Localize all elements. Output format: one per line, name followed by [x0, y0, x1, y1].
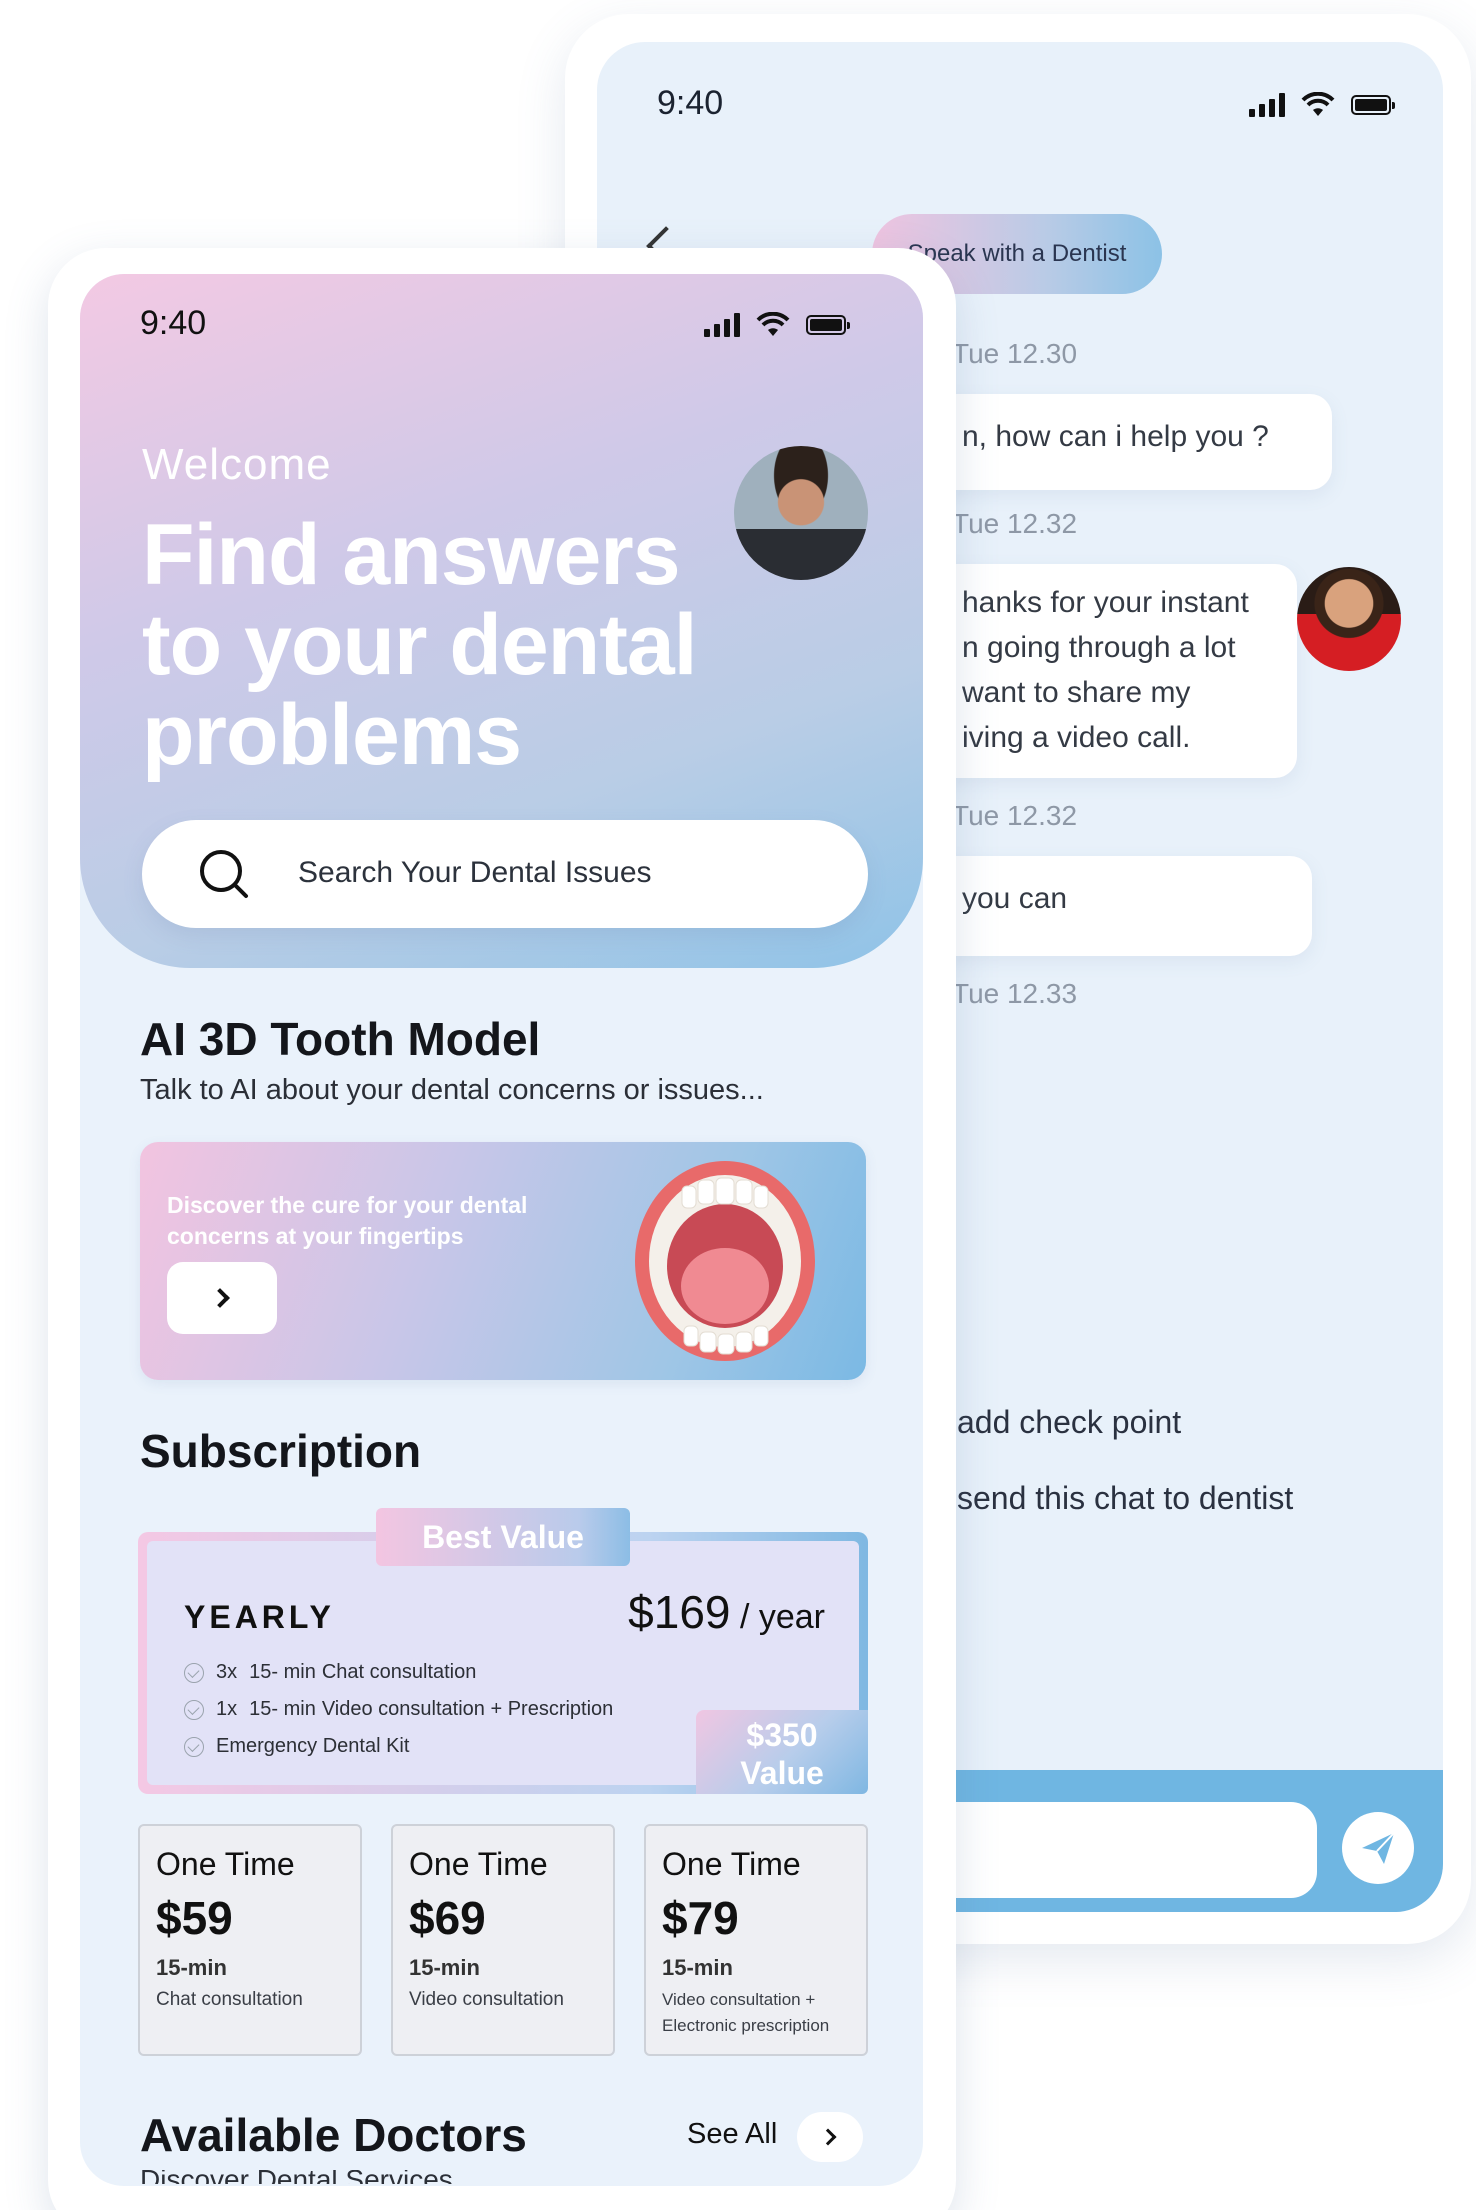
one-time-card-video-prescription[interactable]: One Time $79 15-min Video consultation +… [644, 1824, 868, 2056]
profile-avatar[interactable] [734, 446, 868, 580]
search-input[interactable]: Search Your Dental Issues [298, 856, 652, 890]
check-circle-icon [184, 1699, 204, 1720]
ai-card-line: concerns at your fingertips [167, 1223, 464, 1249]
one-time-desc: Video consultation [409, 1989, 564, 2010]
price-amount: $169 [628, 1586, 731, 1638]
doctors-title: Available Doctors [140, 2109, 527, 2161]
ai-section-title: AI 3D Tooth Model [140, 1013, 541, 1065]
value-badge: $350 Value [696, 1710, 868, 1794]
doctors-subtitle: Discover Dental Services [140, 2170, 840, 2184]
title-line: problems [142, 687, 522, 783]
menu-item-send-chat[interactable]: send this chat to dentist [957, 1480, 1293, 1517]
title-line: Find answers [142, 507, 681, 603]
menu-item-label: send this chat to dentist [957, 1480, 1294, 1516]
feature-text: Emergency Dental Kit [216, 1735, 410, 1757]
status-time: 9:40 [657, 84, 724, 122]
message-line: iving a video call. [962, 721, 1191, 754]
signal-icon [704, 313, 740, 337]
wifi-icon [1301, 91, 1335, 118]
message-time: Tue 12.32 [952, 508, 1078, 539]
message-time: Tue 12.33 [952, 978, 1078, 1009]
one-time-desc: Video consultation + [662, 1990, 816, 2009]
one-time-price: $69 [409, 1892, 486, 1944]
title-line: to your dental [142, 597, 698, 693]
search-field[interactable]: Search Your Dental Issues [142, 820, 868, 928]
price-period: / year [730, 1598, 825, 1636]
plan-feature: Emergency Dental Kit [184, 1735, 409, 1758]
yearly-plan-card[interactable]: YEARLY $169 / year 3x 15- min Chat consu… [138, 1532, 868, 1794]
plan-price: $169 / year [628, 1585, 825, 1639]
status-time: 9:40 [140, 304, 207, 342]
one-time-desc: Electronic prescription [662, 2016, 830, 2035]
status-icons [1249, 91, 1395, 118]
app-mockup: 9:40 Speak with a Dentist Tue 12.30 n, h… [0, 0, 1476, 2210]
ai-card-go-button[interactable] [167, 1262, 277, 1334]
welcome-label: Welcome [142, 440, 332, 489]
doctors-subtitle-clip: Discover Dental Services [140, 2170, 840, 2184]
page-title: Find answers to your dental problems [142, 510, 782, 780]
message-time: Tue 12.30 [952, 338, 1078, 369]
plan-name: YEARLY [184, 1599, 335, 1635]
message-text: n, how can i help you ? [962, 420, 1269, 453]
message-time: Tue 12.32 [952, 800, 1078, 831]
send-icon [1362, 1832, 1395, 1864]
one-time-label: One Time [662, 1846, 801, 1882]
message-text: you can [962, 882, 1068, 915]
battery-icon [1351, 95, 1395, 115]
value-badge-amount: $350 [746, 1717, 818, 1753]
yearly-plan-inner: YEARLY $169 / year 3x 15- min Chat consu… [147, 1541, 868, 1794]
one-time-duration: 15-min [662, 1955, 733, 1980]
one-time-duration: 15-min [156, 1955, 227, 1980]
check-circle-icon [184, 1662, 204, 1683]
check-circle-icon [184, 1736, 204, 1757]
subscription-title: Subscription [140, 1425, 422, 1477]
one-time-duration: 15-min [409, 1955, 480, 1980]
plan-feature: 1x 15- min Video consultation + Prescrip… [184, 1698, 613, 1721]
hero-header: 9:40 Welcome Find answers to your dental… [80, 274, 923, 968]
open-mouth-illustration [635, 1161, 815, 1361]
menu-item-label: add check point [957, 1404, 1182, 1440]
see-all-link[interactable]: See All [687, 2118, 777, 2151]
send-button[interactable] [1342, 1812, 1414, 1884]
message-line: want to share my [962, 676, 1191, 709]
ai-card-line: Discover the cure for your dental [167, 1192, 528, 1218]
chevron-right-icon [819, 2128, 836, 2146]
message-line: n going through a lot [962, 631, 1236, 664]
one-time-desc: Chat consultation [156, 1989, 303, 2010]
signal-icon [1249, 93, 1285, 117]
feature-duration: 15- min [249, 1661, 316, 1683]
ai-card-text: Discover the cure for your dental concer… [167, 1190, 587, 1252]
feature-text: Chat consultation [321, 1661, 477, 1683]
one-time-price: $59 [156, 1892, 233, 1944]
battery-icon [806, 315, 850, 335]
one-time-card-video[interactable]: One Time $69 15-min Video consultation [391, 1824, 615, 2056]
one-time-price: $79 [662, 1892, 739, 1944]
one-time-label: One Time [156, 1846, 295, 1882]
ai-section-subtitle: Talk to AI about your dental concerns or… [140, 1074, 764, 1106]
message-line: hanks for your instant [962, 586, 1249, 619]
feature-qty: 3x [216, 1661, 238, 1683]
best-value-badge: Best Value [376, 1508, 630, 1566]
user-avatar [1297, 567, 1401, 671]
status-icons [704, 311, 850, 338]
menu-item-add-check-point[interactable]: add check point [957, 1404, 1181, 1441]
feature-qty: 1x [216, 1698, 238, 1720]
one-time-card-chat[interactable]: One Time $59 15-min Chat consultation [138, 1824, 362, 2056]
see-all-button[interactable] [797, 2112, 863, 2162]
one-time-label: One Time [409, 1846, 548, 1882]
chevron-right-icon [209, 1288, 230, 1308]
chat-input[interactable]: e [897, 1802, 1317, 1898]
search-icon [200, 850, 248, 898]
ai-tooth-card[interactable]: Discover the cure for your dental concer… [140, 1142, 866, 1380]
plan-feature: 3x 15- min Chat consultation [184, 1661, 476, 1684]
feature-duration: 15- min [249, 1698, 316, 1720]
feature-text: Video consultation + Prescription [321, 1698, 614, 1720]
value-badge-label: Value [740, 1755, 824, 1791]
wifi-icon [756, 311, 790, 338]
